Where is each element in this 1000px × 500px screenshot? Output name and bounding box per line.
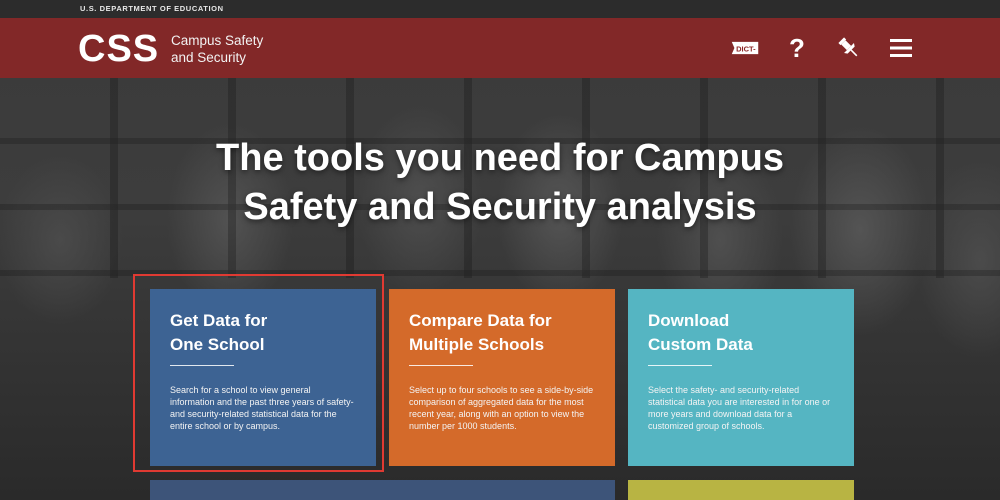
card-title-line2: Custom Data	[648, 335, 753, 354]
card-title-line1: Compare Data for	[409, 311, 552, 330]
card-title-line1: Download	[648, 311, 730, 330]
agency-label[interactable]: U.S. DEPARTMENT OF EDUCATION	[80, 4, 224, 13]
svg-text:DICT-: DICT-	[736, 45, 756, 54]
card-title: Compare Data for Multiple Schools	[409, 309, 595, 357]
help-icon[interactable]: ?	[782, 35, 812, 61]
card-description: Select the safety- and security-related …	[648, 385, 831, 431]
download-data-card[interactable]: Download Custom Data Select the safety- …	[628, 289, 854, 466]
card-divider	[409, 365, 473, 366]
compare-data-card[interactable]: Compare Data for Multiple Schools Select…	[389, 289, 615, 466]
hero-headline-line2: Safety and Security analysis	[243, 186, 757, 228]
card-description: Select up to four schools to see a side-…	[409, 385, 594, 431]
selection-highlight-box	[133, 274, 384, 472]
logo-subtitle-line2: and Security	[171, 50, 247, 65]
card-title-line2: Multiple Schools	[409, 335, 545, 354]
css-logo[interactable]: CSS	[78, 28, 159, 71]
card-divider	[648, 365, 712, 366]
dictionary-icon[interactable]: DICT-	[730, 35, 760, 61]
pin-icon[interactable]	[834, 35, 864, 61]
menu-icon[interactable]	[886, 35, 916, 61]
site-header: CSS Campus Safety and Security DICT- ?	[0, 18, 1000, 78]
hero-headline: The tools you need for Campus Safety and…	[150, 134, 850, 232]
header-icons: DICT- ?	[730, 35, 916, 61]
logo-subtitle[interactable]: Campus Safety and Security	[171, 32, 263, 66]
card-title: Download Custom Data	[648, 309, 834, 357]
lower-card-olive[interactable]	[628, 480, 854, 500]
logo-subtitle-line1: Campus Safety	[171, 33, 264, 48]
hero-headline-line1: The tools you need for Campus	[216, 137, 784, 179]
lower-card-blue[interactable]	[150, 480, 615, 500]
agency-bar: U.S. DEPARTMENT OF EDUCATION	[0, 0, 1000, 18]
